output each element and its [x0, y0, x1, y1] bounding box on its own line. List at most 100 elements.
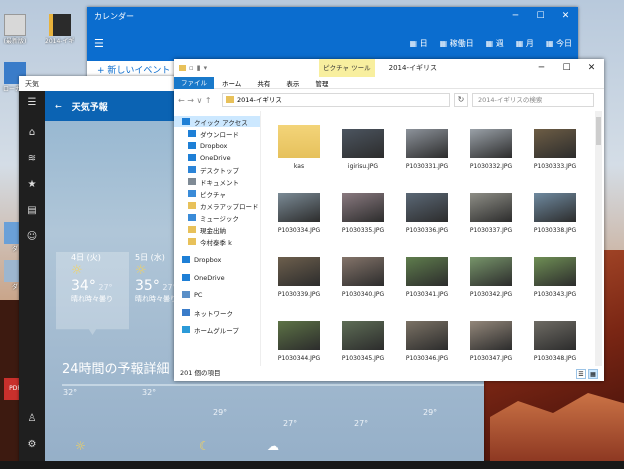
sidebar-item[interactable]: ミュージック — [174, 212, 260, 223]
scrollbar[interactable] — [595, 111, 602, 366]
sidebar-item[interactable]: 今村泰季 k — [174, 236, 260, 247]
smiley-icon[interactable]: ☺ — [19, 231, 45, 242]
maximize-button[interactable]: ☐ — [554, 63, 579, 73]
file-item[interactable]: P1030345.JPG — [333, 315, 393, 370]
explorer-title: 2014-イギリス — [388, 64, 437, 72]
navigation-pane: クイック アクセス ダウンロード Dropbox OneDrive デスクトップ ドキュメ… — [174, 111, 260, 366]
file-item[interactable]: P1030341.JPG — [397, 251, 457, 306]
tab-view[interactable]: 表示 — [278, 78, 307, 88]
file-item[interactable]: P1030331.JPG — [397, 123, 457, 178]
chart-icon[interactable]: ≋ — [19, 153, 45, 164]
file-item[interactable]: P1030334.JPG — [269, 187, 329, 242]
sidebar-item[interactable]: ドキュメント — [174, 176, 260, 187]
file-item[interactable]: P1030338.JPG — [525, 187, 585, 242]
sidebar-item[interactable]: カメラアップロード — [174, 200, 260, 211]
new-folder-icon[interactable]: ▮ — [197, 64, 201, 72]
properties-icon[interactable]: ▫ — [189, 64, 194, 72]
refresh-button[interactable]: ↻ — [454, 93, 468, 107]
close-button[interactable]: ✕ — [553, 11, 578, 21]
sidebar-item[interactable]: ネットワーク — [174, 307, 260, 318]
weather-title: 天気予報 — [71, 102, 108, 113]
calendar-titlebar[interactable]: カレンダー ─ ☐ ✕ — [87, 7, 578, 25]
maximize-button[interactable]: ☐ — [528, 11, 553, 21]
view-workweek-button[interactable]: ▦ 稼働日 — [440, 38, 474, 49]
photo-thumbnail — [534, 321, 576, 350]
view-week-button[interactable]: ▦ 週 — [486, 38, 504, 49]
file-item[interactable]: P1030346.JPG — [397, 315, 457, 370]
file-name: P1030346.JPG — [405, 355, 449, 362]
file-item[interactable]: kas — [269, 123, 329, 178]
file-item[interactable]: P1030332.JPG — [461, 123, 521, 178]
scrollbar-thumb[interactable] — [596, 117, 601, 145]
folder-icon — [188, 226, 196, 233]
file-item[interactable]: P1030335.JPG — [333, 187, 393, 242]
file-name: P1030348.JPG — [533, 355, 577, 362]
user-icon[interactable]: ♙ — [19, 413, 45, 424]
large-icons-view-button[interactable]: ▦ — [588, 369, 598, 379]
file-item[interactable]: P1030339.JPG — [269, 251, 329, 306]
homegroup-icon — [182, 326, 190, 333]
sidebar-item[interactable]: ダウンロード — [174, 128, 260, 139]
desktop-icon-2[interactable]: 2014-イギリス — [45, 14, 75, 45]
view-month-button[interactable]: ▦ 月 — [516, 38, 534, 49]
hamburger-icon[interactable]: ☰ — [94, 37, 104, 50]
explorer-titlebar[interactable]: ▫ ▮ ▾ ピクチャ ツール 2014-イギリス ─ ☐ ✕ — [174, 59, 604, 77]
pictures-icon — [188, 190, 196, 197]
sidebar-item[interactable]: ピクチャ — [174, 188, 260, 199]
home-icon[interactable]: ⌂ — [19, 127, 45, 138]
minimize-button[interactable]: ─ — [529, 63, 554, 73]
tab-manage[interactable]: 管理 — [307, 78, 336, 88]
photo-thumbnail — [278, 193, 320, 222]
view-day-button[interactable]: ▦ 日 — [409, 38, 427, 49]
file-item[interactable]: P1030347.JPG — [461, 315, 521, 370]
file-explorer-window[interactable]: ▫ ▮ ▾ ピクチャ ツール 2014-イギリス ─ ☐ ✕ ファイル ホーム … — [174, 59, 604, 381]
sidebar-item[interactable]: デスクトップ — [174, 164, 260, 175]
navigation-buttons[interactable]: ← → ∨ ↑ — [178, 96, 218, 105]
news-icon[interactable]: ▤ — [19, 205, 45, 216]
sidebar-item[interactable]: OneDrive — [174, 152, 260, 163]
tab-share[interactable]: 共有 — [249, 78, 278, 88]
star-icon[interactable]: ★ — [19, 179, 45, 190]
file-name: P1030334.JPG — [277, 227, 321, 234]
photo-thumbnail — [470, 129, 512, 158]
details-view-button[interactable]: ☰ — [576, 369, 586, 379]
file-item[interactable]: P1030340.JPG — [333, 251, 393, 306]
tab-file[interactable]: ファイル — [174, 76, 214, 89]
sidebar-item[interactable]: ホームグループ — [174, 324, 260, 335]
address-bar[interactable]: 2014-イギリス — [222, 93, 450, 107]
download-icon — [188, 130, 196, 137]
desktop-icon — [188, 166, 196, 173]
hamburger-icon[interactable]: ☰ — [19, 97, 45, 108]
folder-icon — [188, 202, 196, 209]
sidebar-item[interactable]: Dropbox — [174, 254, 260, 265]
today-button[interactable]: ▦ 今日 — [546, 38, 572, 49]
view-buttons: ☰ ▦ — [576, 369, 598, 379]
sidebar-item[interactable]: OneDrive — [174, 272, 260, 283]
file-item[interactable]: P1030348.JPG — [525, 315, 585, 370]
sidebar-item[interactable]: クイック アクセス — [174, 116, 260, 127]
file-item[interactable]: P1030337.JPG — [461, 187, 521, 242]
back-button[interactable]: ← — [55, 102, 62, 111]
minimize-button[interactable]: ─ — [503, 11, 528, 21]
sidebar-item[interactable]: Dropbox — [174, 140, 260, 151]
close-button[interactable]: ✕ — [579, 63, 604, 73]
file-item[interactable]: P1030343.JPG — [525, 251, 585, 306]
file-item[interactable]: P1030344.JPG — [269, 315, 329, 370]
search-input[interactable]: 2014-イギリスの検索 — [472, 93, 594, 107]
tab-home[interactable]: ホーム — [214, 78, 249, 88]
dropdown-icon[interactable]: ▾ — [204, 64, 208, 72]
file-item[interactable]: P1030336.JPG — [397, 187, 457, 242]
sidebar-item[interactable]: PC — [174, 289, 260, 300]
file-item[interactable]: P1030333.JPG — [525, 123, 585, 178]
sidebar-item[interactable]: 現金出納 — [174, 224, 260, 235]
file-item[interactable]: P1030342.JPG — [461, 251, 521, 306]
photo-thumbnail — [342, 129, 384, 158]
ribbon-tabs: ファイル ホーム 共有 表示 管理 — [174, 76, 604, 89]
file-item[interactable]: igirisu.JPG — [333, 123, 393, 178]
gear-icon[interactable]: ⚙ — [19, 439, 45, 450]
forecast-day[interactable]: 4日 (火) ☼ 34° 27° 晴れ時々曇り — [71, 252, 133, 332]
file-name: P1030344.JPG — [277, 355, 321, 362]
new-event-button[interactable]: + 新しいイベント — [97, 63, 170, 76]
desktop-icon-1[interactable]: (最新版) — [0, 14, 30, 45]
sidebar-item-label: 現金出納 — [200, 226, 226, 235]
